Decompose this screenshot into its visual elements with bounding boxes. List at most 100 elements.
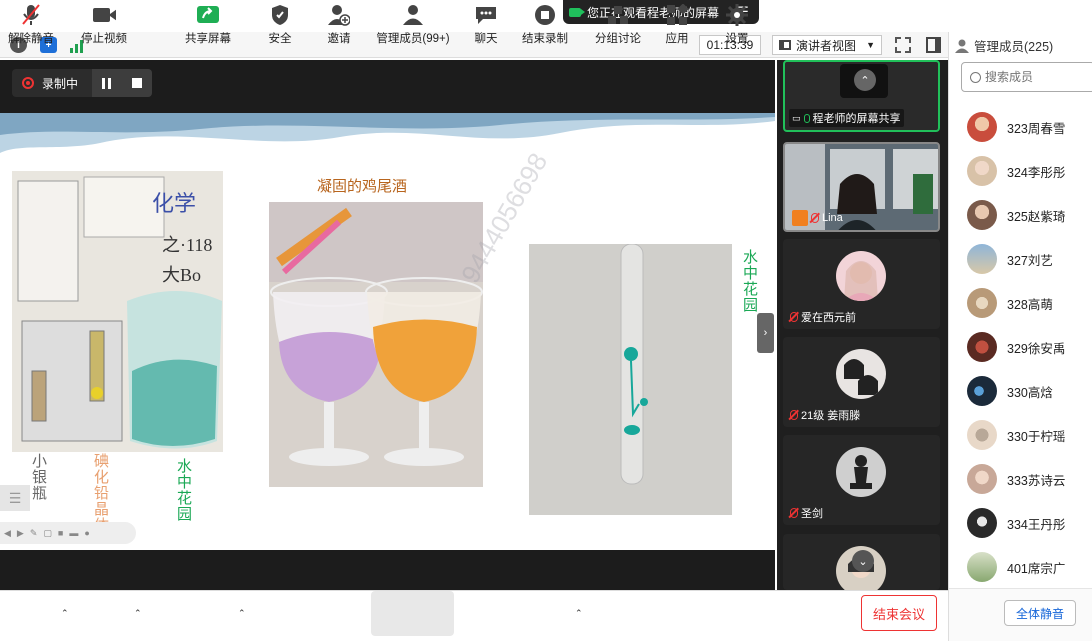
- list-item[interactable]: 333苏诗云: [967, 464, 1065, 494]
- list-item[interactable]: 329徐安禹: [967, 332, 1065, 362]
- person-icon: [955, 39, 969, 53]
- mic-muted-icon: [811, 213, 819, 223]
- svg-text:之·118: 之·118: [162, 235, 212, 255]
- tile-label: 爱在西元前: [787, 308, 859, 326]
- list-item[interactable]: 328高萌: [967, 288, 1053, 318]
- member-search-input[interactable]: [985, 70, 1085, 84]
- comment-icon[interactable]: ▬: [69, 528, 78, 538]
- members-panel: 管理成员(225) 323周春雪 324李彤彤 325赵紫琦 327刘艺 328…: [948, 32, 1092, 641]
- stop-recording-icon[interactable]: [131, 78, 142, 88]
- end-meeting-button[interactable]: 结束会议: [861, 595, 937, 631]
- list-item[interactable]: 324李彤彤: [967, 156, 1065, 186]
- mic-muted-icon: [19, 4, 43, 26]
- pause-recording-icon[interactable]: [102, 77, 112, 89]
- chevron-up-icon[interactable]: ⌃: [61, 608, 69, 619]
- security-button[interactable]: 安全: [250, 4, 310, 46]
- mic-icon: [803, 113, 810, 123]
- avatar: [967, 464, 997, 494]
- chat-button[interactable]: 聊天: [456, 4, 516, 46]
- view-mode-label: 演讲者视图: [796, 38, 857, 53]
- breakout-icon: [606, 4, 630, 26]
- breakout-rooms-button[interactable]: 分组讨论: [588, 4, 648, 46]
- tile-label: ▭ 程老师的屏幕共享: [789, 109, 904, 127]
- record-icon: [22, 77, 34, 89]
- manage-members-button[interactable]: 管理成员(99+): [372, 4, 454, 46]
- avatar: [967, 112, 997, 142]
- label-water-garden-left: 水中花园: [175, 458, 191, 522]
- avatar: [967, 156, 997, 186]
- slide-annotation-toolbar[interactable]: ◀ ▶ ✎ ▢ ■ ▬ ●: [0, 522, 136, 544]
- svg-text:化学: 化学: [152, 191, 196, 216]
- crop-icon[interactable]: ▢: [43, 528, 52, 539]
- list-item[interactable]: 401席宗广: [967, 552, 1065, 582]
- shield-icon: [268, 4, 292, 26]
- tile-label: 圣剑: [787, 504, 826, 522]
- photo-water-garden-tube: [529, 244, 732, 515]
- pen-icon[interactable]: ✎: [30, 528, 38, 539]
- chevron-up-icon[interactable]: ⌃: [575, 608, 583, 619]
- avatar: [967, 552, 997, 582]
- tile-member[interactable]: 21级 姜雨滕: [783, 337, 940, 427]
- chevron-up-icon[interactable]: ⌃: [854, 69, 876, 91]
- people-icon: [401, 4, 425, 26]
- stop-record-icon: [533, 4, 557, 26]
- chevron-up-icon[interactable]: ⌃: [134, 608, 142, 619]
- invite-button[interactable]: 邀请: [309, 4, 369, 46]
- search-icon: [970, 71, 981, 83]
- slide-list-icon[interactable]: ☰: [0, 485, 30, 511]
- list-item[interactable]: 330于柠瑶: [967, 420, 1065, 450]
- mic-muted-icon: [790, 410, 798, 420]
- members-header: 管理成员(225): [955, 36, 1053, 55]
- label-lead-iodide: 碘化铅晶体: [92, 453, 108, 533]
- mute-all-button[interactable]: 全体静音: [1004, 600, 1076, 626]
- tile-member[interactable]: ⌄: [783, 534, 940, 590]
- sidebar-toggle-icon[interactable]: [926, 37, 941, 53]
- avatar: [967, 332, 997, 362]
- stop-video-button[interactable]: 停止视频: [74, 4, 134, 46]
- video-camera-icon: [92, 4, 116, 26]
- mic-muted-icon: [790, 508, 798, 518]
- list-item[interactable]: 325赵紫琦: [967, 200, 1065, 230]
- share-screen-icon: [196, 4, 220, 26]
- tile-member[interactable]: 爱在西元前: [783, 239, 940, 329]
- host-avatar-icon: [792, 210, 808, 226]
- avatar: [967, 420, 997, 450]
- list-item[interactable]: 327刘艺: [967, 244, 1053, 274]
- meeting-toolbar: [0, 590, 948, 641]
- view-mode-button[interactable]: 演讲者视图 ▼: [772, 35, 882, 55]
- end-recording-button[interactable]: 结束录制: [515, 4, 575, 46]
- svg-text:大Bo: 大Bo: [162, 265, 201, 285]
- chevron-down-icon[interactable]: ⌄: [852, 550, 874, 572]
- collapse-gallery-icon[interactable]: ›: [757, 313, 774, 353]
- tile-lina[interactable]: Lina: [783, 142, 940, 232]
- record-icon[interactable]: ●: [84, 528, 89, 538]
- recording-indicator: 录制中: [12, 69, 152, 97]
- apps-button[interactable]: 应用: [647, 4, 707, 46]
- fullscreen-icon[interactable]: [895, 37, 911, 53]
- list-item[interactable]: 330高焓: [967, 376, 1053, 406]
- speaker-view-icon: [779, 40, 791, 50]
- avatar: [967, 244, 997, 274]
- avatar: [967, 508, 997, 538]
- slide-title-cocktail: 凝固的鸡尾酒: [317, 179, 408, 195]
- chevron-up-icon[interactable]: ⌃: [238, 608, 246, 619]
- prev-icon[interactable]: ◀: [4, 528, 11, 539]
- watercolor-border: [0, 113, 775, 153]
- list-item[interactable]: 334王丹彤: [967, 508, 1065, 538]
- add-user-icon: [327, 4, 351, 26]
- unmute-button[interactable]: 解除静音: [1, 4, 61, 46]
- photo-mercury-iodide: 化学 之·118 大Bo: [12, 171, 223, 452]
- avatar: [967, 288, 997, 318]
- share-screen-button[interactable]: 共享屏幕: [178, 4, 238, 46]
- tile-member[interactable]: 圣剑: [783, 435, 940, 525]
- list-item[interactable]: 323周春雪: [967, 112, 1065, 142]
- tile-label: 21级 姜雨滕: [787, 406, 863, 424]
- settings-button[interactable]: 设置: [707, 4, 767, 46]
- label-water-garden-right: 水中花园: [741, 249, 757, 313]
- camera-icon[interactable]: ■: [58, 528, 63, 538]
- tile-screen-share[interactable]: ⌃ ▭ 程老师的屏幕共享: [783, 60, 940, 132]
- chat-icon: [474, 4, 498, 26]
- next-icon[interactable]: ▶: [17, 528, 24, 539]
- video-gallery: ⌃ ▭ 程老师的屏幕共享 Lina 爱在西元前 21级 姜雨滕 圣剑 ⌄: [777, 60, 948, 590]
- member-search-box[interactable]: [961, 62, 1092, 92]
